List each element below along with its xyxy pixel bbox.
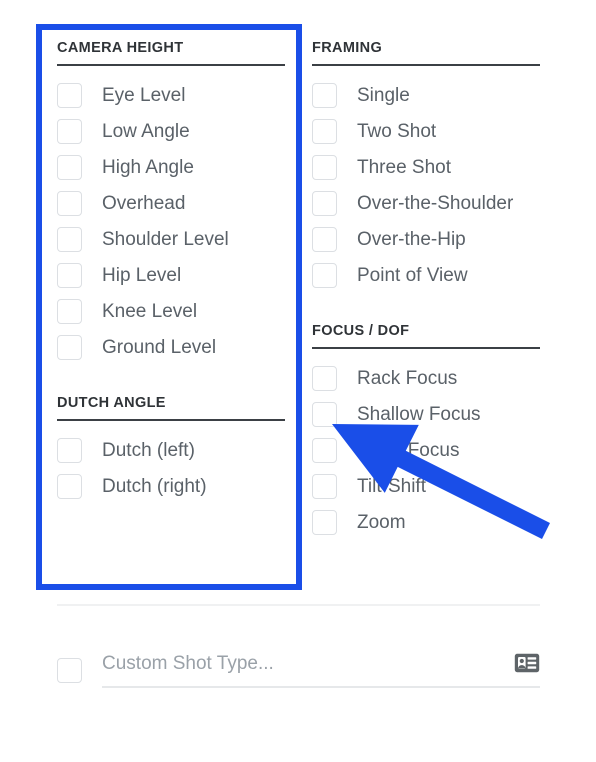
section-header-camera-height: CAMERA HEIGHT [57, 40, 285, 66]
option-label-over-the-hip: Over-the-Hip [357, 228, 466, 250]
option-label-single: Single [357, 84, 410, 106]
custom-shot-type-checkbox[interactable] [57, 658, 82, 683]
section-framing: FRAMING Single Two Shot Three Shot Over-the-… [312, 40, 552, 293]
option-row-high-angle[interactable]: High Angle [57, 149, 297, 185]
custom-shot-type-input[interactable] [102, 653, 504, 675]
option-label-ground-level: Ground Level [102, 336, 217, 358]
option-row-overhead[interactable]: Overhead [57, 185, 297, 221]
checkbox-shoulder-level[interactable] [57, 226, 82, 252]
right-column: FRAMING Single Two Shot Three Shot Over-the-… [312, 40, 552, 540]
checkbox-point-of-view[interactable] [312, 262, 337, 288]
option-label-point-of-view: Point of View [357, 264, 468, 286]
contact-card-icon[interactable] [514, 653, 540, 673]
option-row-low-angle[interactable]: Low Angle [57, 113, 297, 149]
option-row-over-the-hip[interactable]: Over-the-Hip [312, 221, 552, 257]
checkbox-ground-level[interactable] [57, 334, 82, 360]
checkbox-deep-focus[interactable] [312, 437, 337, 463]
shot-type-selector-panel: CAMERA HEIGHT Eye Level Low Angle High Angl… [0, 0, 596, 762]
custom-shot-type-row [57, 653, 540, 688]
checkbox-over-the-hip[interactable] [312, 226, 337, 252]
checkbox-two-shot[interactable] [312, 118, 337, 144]
option-label-dutch-right: Dutch (right) [102, 475, 207, 497]
option-list-dutch-angle: Dutch (left) Dutch (right) [57, 432, 297, 504]
option-row-three-shot[interactable]: Three Shot [312, 149, 552, 185]
option-row-knee-level[interactable]: Knee Level [57, 293, 297, 329]
option-label-shallow-focus: Shallow Focus [357, 403, 481, 425]
checkbox-over-the-shoulder[interactable] [312, 190, 337, 216]
checkbox-knee-level[interactable] [57, 298, 82, 324]
checkbox-zoom[interactable] [312, 509, 337, 535]
option-label-eye-level: Eye Level [102, 84, 186, 106]
option-row-zoom[interactable]: Zoom [312, 504, 552, 540]
section-focus-dof: FOCUS / DOF Rack Focus Shallow Focus Deep F… [312, 323, 552, 540]
option-row-shoulder-level[interactable]: Shoulder Level [57, 221, 297, 257]
option-row-dutch-right[interactable]: Dutch (right) [57, 468, 297, 504]
checkbox-rack-focus[interactable] [312, 365, 337, 391]
option-row-eye-level[interactable]: Eye Level [57, 77, 297, 113]
option-label-rack-focus: Rack Focus [357, 367, 458, 389]
checkbox-hip-level[interactable] [57, 262, 82, 288]
option-label-shoulder-level: Shoulder Level [102, 228, 229, 250]
option-label-low-angle: Low Angle [102, 120, 190, 142]
checkbox-dutch-left[interactable] [57, 437, 82, 463]
checkbox-dutch-right[interactable] [57, 473, 82, 499]
checkbox-low-angle[interactable] [57, 118, 82, 144]
option-label-overhead: Overhead [102, 192, 186, 214]
left-column: CAMERA HEIGHT Eye Level Low Angle High Angl… [57, 40, 297, 504]
section-header-focus-dof: FOCUS / DOF [312, 323, 540, 349]
option-label-tilt-shift: Tilt-Shift [357, 475, 426, 497]
checkbox-three-shot[interactable] [312, 154, 337, 180]
option-label-three-shot: Three Shot [357, 156, 451, 178]
option-row-rack-focus[interactable]: Rack Focus [312, 360, 552, 396]
section-camera-height: CAMERA HEIGHT Eye Level Low Angle High Angl… [57, 40, 297, 365]
option-label-two-shot: Two Shot [357, 120, 437, 142]
section-header-framing: FRAMING [312, 40, 540, 66]
option-row-dutch-left[interactable]: Dutch (left) [57, 432, 297, 468]
option-row-deep-focus[interactable]: Deep Focus [312, 432, 552, 468]
option-row-point-of-view[interactable]: Point of View [312, 257, 552, 293]
option-row-tilt-shift[interactable]: Tilt-Shift [312, 468, 552, 504]
option-label-knee-level: Knee Level [102, 300, 198, 322]
option-list-camera-height: Eye Level Low Angle High Angle Overhead Shou… [57, 77, 297, 365]
option-label-hip-level: Hip Level [102, 264, 182, 286]
option-label-high-angle: High Angle [102, 156, 194, 178]
checkbox-tilt-shift[interactable] [312, 473, 337, 499]
option-columns: CAMERA HEIGHT Eye Level Low Angle High Angl… [0, 0, 596, 600]
option-row-over-the-shoulder[interactable]: Over-the-Shoulder [312, 185, 552, 221]
option-label-dutch-left: Dutch (left) [102, 439, 195, 461]
checkbox-overhead[interactable] [57, 190, 82, 216]
option-row-hip-level[interactable]: Hip Level [57, 257, 297, 293]
option-label-deep-focus: Deep Focus [357, 439, 460, 461]
custom-shot-type-field-wrap [102, 653, 540, 688]
section-dutch-angle: DUTCH ANGLE Dutch (left) Dutch (right) [57, 395, 297, 504]
option-row-two-shot[interactable]: Two Shot [312, 113, 552, 149]
option-row-ground-level[interactable]: Ground Level [57, 329, 297, 365]
option-label-zoom: Zoom [357, 511, 406, 533]
checkbox-shallow-focus[interactable] [312, 401, 337, 427]
section-header-dutch-angle: DUTCH ANGLE [57, 395, 285, 421]
checkbox-eye-level[interactable] [57, 82, 82, 108]
option-row-single[interactable]: Single [312, 77, 552, 113]
option-list-focus-dof: Rack Focus Shallow Focus Deep Focus Tilt-Sh… [312, 360, 552, 540]
checkbox-high-angle[interactable] [57, 154, 82, 180]
option-row-shallow-focus[interactable]: Shallow Focus [312, 396, 552, 432]
section-divider [57, 604, 540, 606]
option-list-framing: Single Two Shot Three Shot Over-the-Shoulde… [312, 77, 552, 293]
checkbox-single[interactable] [312, 82, 337, 108]
option-label-over-the-shoulder: Over-the-Shoulder [357, 192, 514, 214]
